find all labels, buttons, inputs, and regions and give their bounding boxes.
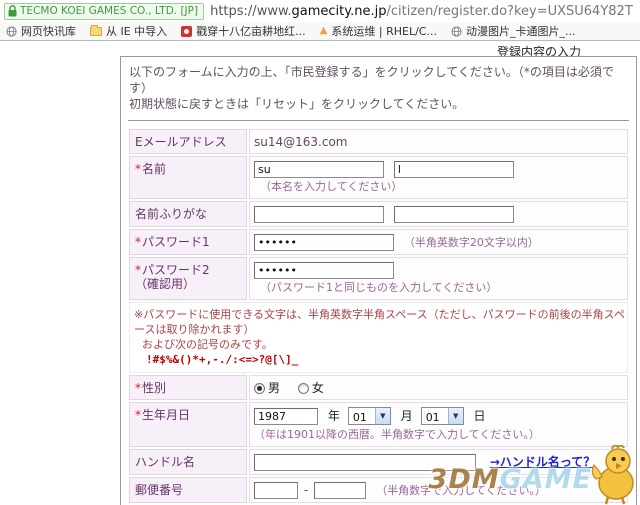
url-domain: gamecity.ne.jp	[292, 4, 387, 19]
globe-icon	[6, 26, 17, 37]
year-unit: 年	[328, 409, 340, 423]
handle-help-link[interactable]: →ハンドル名って？	[490, 455, 595, 469]
table-row: *パスワード1 （半角英数字20文字以内）	[129, 229, 628, 255]
red-badge-icon	[181, 26, 192, 37]
email-label: Eメールアドレス	[129, 129, 247, 154]
password-note: ※パスワードに使用できる文字は、半角英数字半角スペース（ただし、パスワードの前後…	[129, 302, 628, 373]
birthday-hint: （年は1901以降の西暦。半角数字で入力してください。）	[254, 427, 623, 443]
password2-input[interactable]	[254, 262, 394, 279]
furigana-label: 名前ふりがな	[129, 201, 247, 227]
table-row: ハンドル名 →ハンドル名って？	[129, 449, 628, 475]
page-content: 登録内容の入力 以下のフォームに入力の上、「市民登録する」をクリックしてください…	[0, 42, 640, 505]
instruction-line: 初期状態に戻すときは「リセット」をクリックしてください。	[129, 96, 628, 112]
birth-day-select[interactable]: 01▼	[421, 407, 464, 425]
email-value: su14@163.com	[254, 135, 347, 149]
table-row: *性別 男 女	[129, 375, 628, 400]
instruction-line: 以下のフォームに入力の上、「市民登録する」をクリックしてください。（*の項目は必…	[129, 64, 628, 96]
url-path: /citizen/register.do?key=UXSU64Y82T	[386, 4, 632, 19]
table-row: ※パスワードに使用できる文字は、半角英数字半角スペース（ただし、パスワードの前後…	[129, 302, 628, 373]
ev-certificate-badge[interactable]: TECMO KOEI GAMES CO., LTD. [JP]	[4, 3, 204, 20]
padlock-icon	[8, 5, 17, 17]
zip-hint: （半角数字で入力してください。）	[376, 484, 546, 497]
table-row: *生年月日 年 01▼ 月 01▼ 日 （年は1901以降の西暦。半角数字で入力して…	[129, 402, 628, 447]
bookmark-item[interactable]: 戳穿十八亿亩耕地红...	[181, 23, 306, 39]
password2-label: *パスワード2（確認用）	[129, 257, 247, 300]
bookmark-item[interactable]: 从 IE 中导入	[90, 23, 167, 39]
name-hint: （本名を入力してください）	[260, 180, 402, 193]
registration-table: Eメールアドレス su14@163.com *名前 （本名を入力してください） …	[127, 127, 630, 505]
password2-hint: （パスワード1と同じものを入力してください）	[260, 281, 497, 294]
bookmark-label: 从 IE 中导入	[106, 23, 167, 39]
ev-badge-label: TECMO KOEI GAMES CO., LTD. [JP]	[20, 5, 198, 17]
zip-input-2[interactable]	[314, 482, 366, 499]
name-label: *名前	[129, 156, 247, 199]
divider	[128, 120, 629, 121]
handle-input[interactable]	[254, 454, 476, 471]
chevron-down-icon: ▼	[375, 408, 390, 424]
password1-input[interactable]	[254, 234, 394, 251]
table-row: 名前ふりがな	[129, 201, 628, 227]
bookmark-item[interactable]: 网页快讯库	[6, 23, 76, 39]
day-unit: 日	[474, 409, 486, 423]
password1-hint: （半角英数字20文字以内）	[404, 236, 539, 249]
globe-icon	[451, 26, 462, 37]
bookmark-item[interactable]: 动漫图片_卡通图片_...	[451, 23, 576, 39]
browser-window: TECMO KOEI GAMES CO., LTD. [JP] https://…	[0, 0, 640, 505]
triangle-icon: ▲	[320, 26, 328, 36]
zip-label: 郵便番号	[129, 477, 247, 503]
name-sei-input[interactable]	[254, 161, 384, 178]
bookmark-label: 网页快讯库	[21, 23, 76, 39]
month-unit: 月	[401, 409, 413, 423]
gender-label: *性別	[129, 375, 247, 400]
password1-label: *パスワード1	[129, 229, 247, 255]
table-row: *名前 （本名を入力してください）	[129, 156, 628, 199]
gender-male-label: 男	[268, 381, 280, 395]
birthday-label: *生年月日	[129, 402, 247, 447]
bookmark-label: 系统运维 | RHEL/C...	[331, 23, 437, 39]
birth-month-select[interactable]: 01▼	[348, 407, 391, 425]
furigana-mei-input[interactable]	[394, 206, 514, 223]
gender-female-label: 女	[312, 381, 324, 395]
name-mei-input[interactable]	[394, 161, 514, 178]
bookmark-label: 动漫图片_卡通图片_...	[466, 23, 576, 39]
handle-label: ハンドル名	[129, 449, 247, 475]
table-row: Eメールアドレス su14@163.com	[129, 129, 628, 154]
birth-year-input[interactable]	[254, 408, 318, 425]
gender-male-radio[interactable]	[254, 383, 265, 394]
zip-input-1[interactable]	[254, 482, 298, 499]
bookmark-item[interactable]: ▲ 系统运维 | RHEL/C...	[320, 23, 437, 39]
chevron-down-icon: ▼	[448, 408, 463, 424]
bookmarks-bar: 网页快讯库 从 IE 中导入 戳穿十八亿亩耕地红... ▲ 系统运维 | RHE…	[0, 22, 640, 41]
url-scheme: https://www.	[210, 4, 291, 19]
form-instructions: 以下のフォームに入力の上、「市民登録する」をクリックしてください。（*の項目は必…	[121, 57, 636, 116]
url-text[interactable]: https://www.gamecity.ne.jp/citizen/regis…	[210, 4, 633, 19]
registration-form: 以下のフォームに入力の上、「市民登録する」をクリックしてください。（*の項目は必…	[120, 56, 637, 505]
zip-separator: -	[304, 483, 308, 497]
table-row: *パスワード2（確認用） （パスワード1と同じものを入力してください）	[129, 257, 628, 300]
folder-icon	[90, 27, 102, 36]
furigana-sei-input[interactable]	[254, 206, 384, 223]
address-bar[interactable]: TECMO KOEI GAMES CO., LTD. [JP] https://…	[0, 0, 640, 22]
table-row: 郵便番号 - （半角数字で入力してください。）	[129, 477, 628, 503]
gender-female-radio[interactable]	[298, 383, 309, 394]
bookmark-label: 戳穿十八亿亩耕地红...	[196, 23, 306, 39]
